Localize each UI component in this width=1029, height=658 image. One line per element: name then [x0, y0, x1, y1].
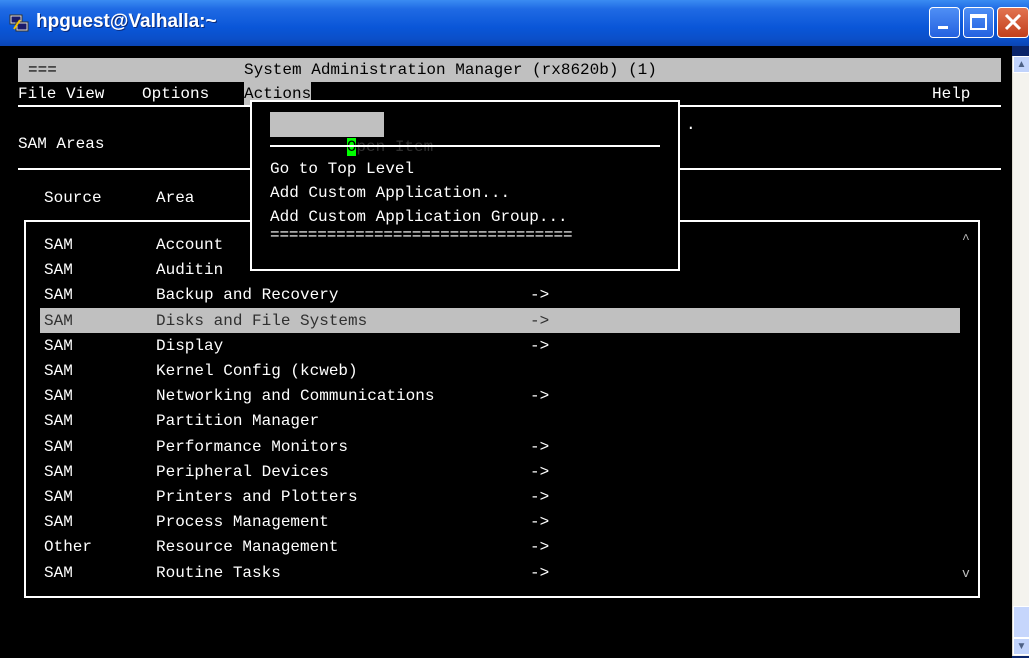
row-source: SAM: [44, 336, 73, 355]
row-area: Backup and Recovery: [156, 286, 339, 305]
row-area: Networking and Communications: [156, 387, 435, 406]
maximize-button[interactable]: [963, 7, 994, 38]
cursor-block: O: [346, 138, 357, 156]
row-source: SAM: [44, 387, 73, 406]
terminal-screen[interactable]: === System Administration Manager (rx862…: [0, 46, 1012, 658]
row-arrow-icon: ->: [530, 488, 550, 506]
dot-char: .: [686, 116, 696, 134]
row-arrow-icon: ->: [530, 513, 550, 532]
scroll-up-indicator[interactable]: ^: [962, 232, 970, 247]
row-arrow-icon: ->: [530, 387, 550, 406]
minimize-icon: [938, 26, 948, 29]
menu-item-go-top-level[interactable]: Go to Top Level: [270, 158, 414, 181]
window-titlebar[interactable]: hpguest@Valhalla:~: [0, 0, 1029, 46]
row-source: SAM: [44, 513, 73, 532]
scroll-down-indicator[interactable]: v: [962, 566, 970, 581]
row-area: Peripheral Devices: [156, 462, 329, 481]
scrollbar-thumb[interactable]: [1013, 606, 1029, 638]
row-area: Routine Tasks: [156, 563, 281, 582]
sam-title: System Administration Manager (rx8620b) …: [244, 61, 657, 79]
row-arrow-icon: ->: [530, 286, 550, 305]
row-area: Disks and File Systems: [156, 311, 368, 330]
close-button[interactable]: [997, 7, 1029, 38]
row-source: SAM: [44, 311, 73, 330]
row-area: Kernel Config (kcweb): [156, 362, 358, 380]
title-left-marker: ===: [28, 61, 57, 79]
row-arrow-icon: ->: [530, 563, 550, 582]
actions-dropdown: Open Item Go to Top Level Add Custom App…: [250, 100, 680, 271]
menu-item-add-custom-app[interactable]: Add Custom Application...: [270, 182, 510, 205]
row-source: SAM: [44, 362, 73, 380]
maximize-icon: [970, 14, 987, 30]
dropdown-bottom-border: ================================: [270, 226, 573, 244]
row-area: Resource Management: [156, 538, 339, 557]
row-area: Account: [156, 236, 224, 254]
row-area: Auditin: [156, 261, 224, 280]
row-arrow-icon: ->: [530, 336, 550, 355]
window-title: hpguest@Valhalla:~: [36, 11, 217, 32]
row-area: Printers and Plotters: [156, 488, 358, 506]
menu-view[interactable]: View: [66, 82, 104, 106]
dropdown-separator: [270, 145, 660, 147]
row-source: SAM: [44, 488, 73, 506]
row-area: Performance Monitors: [156, 437, 349, 456]
section-label: SAM Areas: [18, 135, 105, 153]
window-scrollbar[interactable]: ▲ ▼: [1012, 56, 1029, 656]
row-source: SAM: [44, 437, 73, 456]
row-source: SAM: [44, 412, 73, 431]
row-source: SAM: [44, 261, 73, 280]
putty-icon: [9, 14, 29, 32]
menu-options[interactable]: Options: [142, 82, 209, 106]
close-icon: [1004, 13, 1022, 31]
row-arrow-icon: ->: [530, 437, 550, 456]
row-source: SAM: [44, 462, 73, 481]
row-source: SAM: [44, 236, 73, 254]
terminal-window: hpguest@Valhalla:~ === System Administra…: [0, 0, 1029, 658]
row-arrow-icon: ->: [530, 538, 550, 557]
menu-file[interactable]: File: [18, 82, 56, 106]
sam-title-bar: === System Administration Manager (rx862…: [18, 58, 1001, 82]
scroll-up-icon[interactable]: ▲: [1013, 56, 1029, 73]
row-source: Other: [44, 538, 93, 557]
scroll-down-icon[interactable]: ▼: [1013, 638, 1029, 655]
row-area: Display: [156, 336, 224, 355]
row-source: SAM: [44, 286, 73, 305]
minimize-button[interactable]: [929, 7, 960, 38]
menu-help[interactable]: Help: [932, 82, 970, 106]
row-area: Process Management: [156, 513, 329, 532]
column-header-area: Area: [156, 189, 195, 207]
column-header-source: Source: [44, 189, 102, 207]
row-arrow-icon: ->: [530, 311, 550, 330]
row-arrow-icon: ->: [530, 462, 550, 481]
row-area: Partition Manager: [156, 412, 320, 431]
row-source: SAM: [44, 563, 73, 582]
